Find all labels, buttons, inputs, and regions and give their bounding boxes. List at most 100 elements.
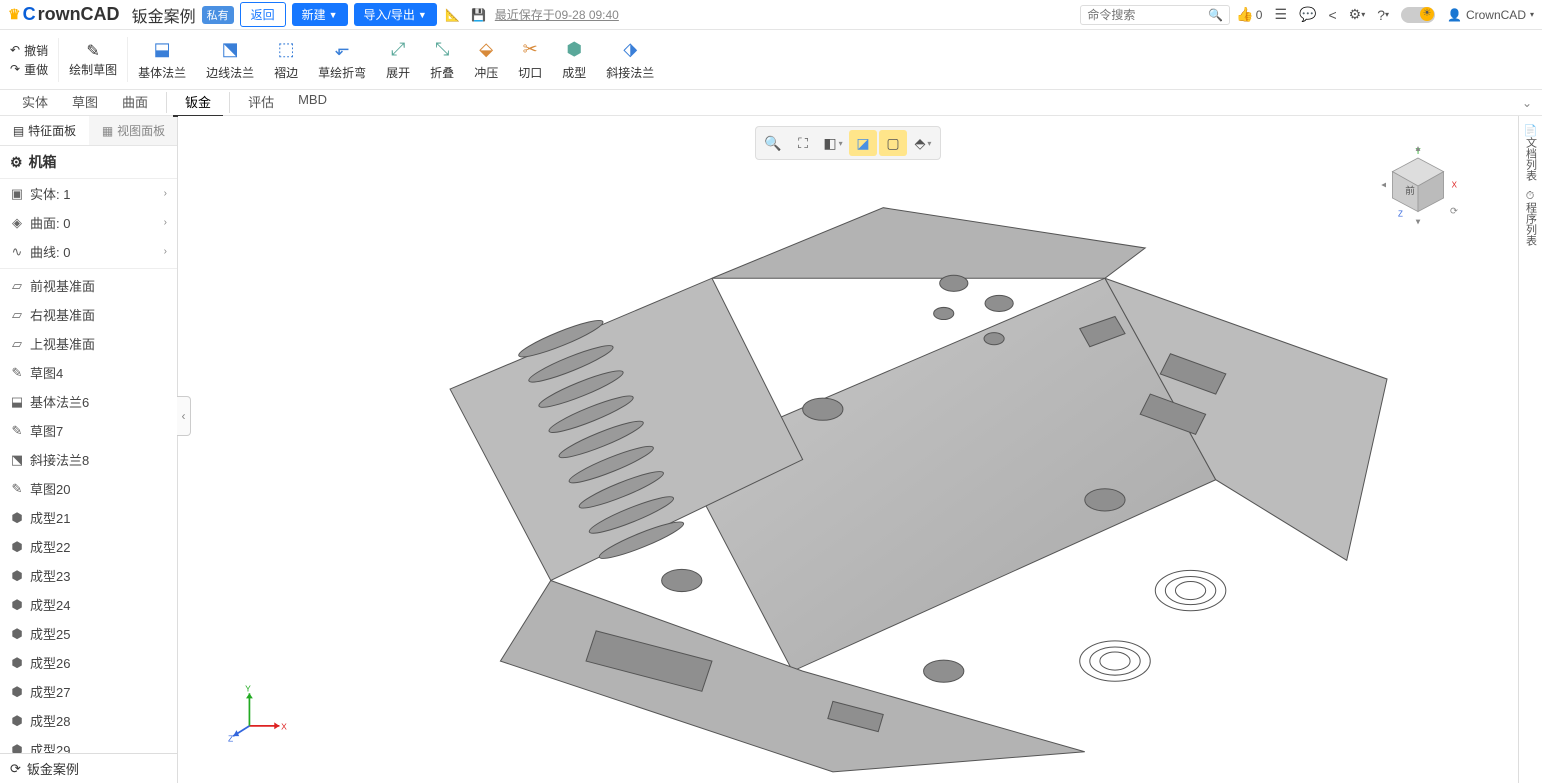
feature-tree: ⚙机箱 ▣实体: 1›◈曲面: 0› ∿ 曲线: 0 › ▱前视基准面▱右视基准面 ▱ 上… [0,146,177,753]
svg-text:⟳: ⟳ [1450,206,1458,217]
tree-feature[interactable]: ⬓基体法兰6 [0,387,177,416]
tree-feature[interactable]: ⬢成型23 [0,561,177,590]
comment-icon[interactable]: 💬 [1299,6,1316,23]
tool-边线法兰[interactable]: ⬔边线法兰 [196,35,264,85]
doc-list-button[interactable]: 📄文档列表 [1523,124,1539,181]
new-button[interactable]: 新建▼ [292,3,348,26]
search-input[interactable] [1087,8,1208,22]
tree-stat[interactable]: ∿曲线: 0› [0,237,177,266]
tab-实体[interactable]: 实体 [10,88,60,117]
tool-褶边[interactable]: ⬚褶边 [264,35,308,85]
command-search[interactable]: 🔍 [1080,5,1230,25]
tool-折叠[interactable]: ⤡折叠 [420,35,464,85]
redo-button[interactable]: ↷重做 [10,61,48,78]
feature-icon: ✎ [10,423,24,439]
tree-feature[interactable]: ✎草图4 [0,358,177,387]
collapse-ribbon-icon[interactable]: ⌄ [1522,96,1532,110]
tool-icon: ⬐ [331,39,353,61]
tree-feature[interactable]: ⬢成型27 [0,677,177,706]
feature-label: 成型29 [30,740,70,753]
seq-list-button[interactable]: ⏱程序列表 [1523,191,1539,246]
feature-icon: ⬢ [10,568,24,584]
navigation-cube[interactable]: 前 Y X Z ▴ ▾ ◂ ⟳ [1378,146,1458,226]
chevron-right-icon: › [164,188,167,199]
viewport-canvas[interactable]: ‹ 🔍 ⛶ ◧▾ ◪ ▢ ⬘▾ [178,116,1518,783]
svg-text:X: X [281,721,287,731]
tree-feature[interactable]: ✎草图20 [0,474,177,503]
tree-feature[interactable]: ⬔ 斜接法兰8 [0,445,177,474]
tree-stat[interactable]: ◈曲面: 0› [0,208,177,237]
sketch-button[interactable]: ✎ 绘制草图 [59,37,128,82]
redo-icon: ↷ [10,62,20,76]
share-icon[interactable]: < [1328,7,1336,23]
tree-feature[interactable]: ⬢成型24 [0,590,177,619]
tool-切口[interactable]: ✂切口 [508,35,552,85]
tree-feature[interactable]: ⬢成型25 [0,619,177,648]
undo-button[interactable]: ↶撤销 [10,42,48,59]
back-button[interactable]: 返回 [240,2,286,27]
tree-stat[interactable]: ▣实体: 1› [0,179,177,208]
tree-footer[interactable]: ⟳钣金案例 [0,753,177,783]
ruler-icon[interactable]: 📐 [443,5,463,25]
tree-root[interactable]: ⚙机箱 [0,146,177,179]
panel-tabs: ▤特征面板 ▦视图面板 [0,116,178,146]
tab-钣金[interactable]: 钣金 [173,88,223,117]
top-bar: ♛ CrownCAD 钣金案例 私有 返回 新建▼ 导入/导出▼ 📐 💾 最近保… [0,0,1542,30]
plane-icon: ▱ [10,336,24,352]
tree-feature[interactable]: ✎草图7 [0,416,177,445]
tab-曲面[interactable]: 曲面 [110,88,160,117]
module-tabs: 实体草图曲面钣金评估MBD ⌄ [0,90,1542,116]
part-icon: ⚙ [10,154,23,171]
tree-plane[interactable]: ▱右视基准面 [0,300,177,329]
tab-MBD[interactable]: MBD [286,88,339,117]
theme-toggle[interactable] [1401,7,1435,23]
svg-text:▾: ▾ [1416,216,1421,226]
tool-冲压[interactable]: ⬙ 冲压 [464,35,508,85]
tool-label: 切口 [518,64,542,81]
tool-展开[interactable]: ⤢展开 [376,35,420,85]
search-icon[interactable]: 🔍 [1208,8,1223,22]
tree-feature[interactable]: ⬢成型28 [0,706,177,735]
tab-view-panel[interactable]: ▦视图面板 [89,116,178,145]
tool-icon: ⬙ [475,39,497,61]
feature-icon: ⬢ [10,597,24,613]
like-button[interactable]: 👍0 [1236,6,1262,23]
tool-label: 斜接法兰 [606,64,654,81]
tab-评估[interactable]: 评估 [236,88,286,117]
settings-icon[interactable]: ⚙▾ [1349,6,1366,23]
stat-label: 曲线: 0 [30,242,70,261]
tool-label: 冲压 [474,64,498,81]
import-export-button[interactable]: 导入/导出▼ [354,3,437,26]
stat-icon: ∿ [10,244,24,260]
feature-label: 斜接法兰8 [30,450,89,469]
tool-成型[interactable]: ⬢成型 [552,35,596,85]
svg-text:Y: Y [245,684,251,694]
document-title: 钣金案例 [132,3,196,27]
tree-plane[interactable]: ▱ 上视基准面 [0,329,177,358]
stat-icon: ◈ [10,215,24,231]
tool-icon: ⤡ [431,39,453,61]
last-saved-label[interactable]: 最近保存于09-28 09:40 [495,6,619,23]
save-icon[interactable]: 💾 [469,5,489,25]
feature-label: 成型21 [30,508,70,527]
logo[interactable]: ♛ CrownCAD [8,4,120,25]
user-menu[interactable]: 👤CrownCAD▾ [1447,8,1534,22]
tree-feature[interactable]: ⬢成型26 [0,648,177,677]
tree-feature[interactable]: ⬢成型29 [0,735,177,753]
tree-feature[interactable]: ⬢成型22 [0,532,177,561]
feature-icon: ⬔ [10,452,24,468]
plane-label: 上视基准面 [30,334,95,353]
tree-feature[interactable]: ⬢成型21 [0,503,177,532]
tool-基体法兰[interactable]: ⬓基体法兰 [128,35,196,85]
tool-label: 成型 [562,64,586,81]
list-icon[interactable]: ☰ [1274,6,1287,23]
tab-草图[interactable]: 草图 [60,88,110,117]
stat-icon: ▣ [10,186,24,202]
tool-斜接法兰[interactable]: ⬗斜接法兰 [596,35,664,85]
feature-label: 成型26 [30,653,70,672]
tab-feature-panel[interactable]: ▤特征面板 [0,116,89,145]
right-sidebar: 📄文档列表 ⏱程序列表 [1518,116,1542,783]
tool-草绘折弯[interactable]: ⬐草绘折弯 [308,35,376,85]
tree-plane[interactable]: ▱前视基准面 [0,271,177,300]
help-icon[interactable]: ?▾ [1377,7,1389,23]
